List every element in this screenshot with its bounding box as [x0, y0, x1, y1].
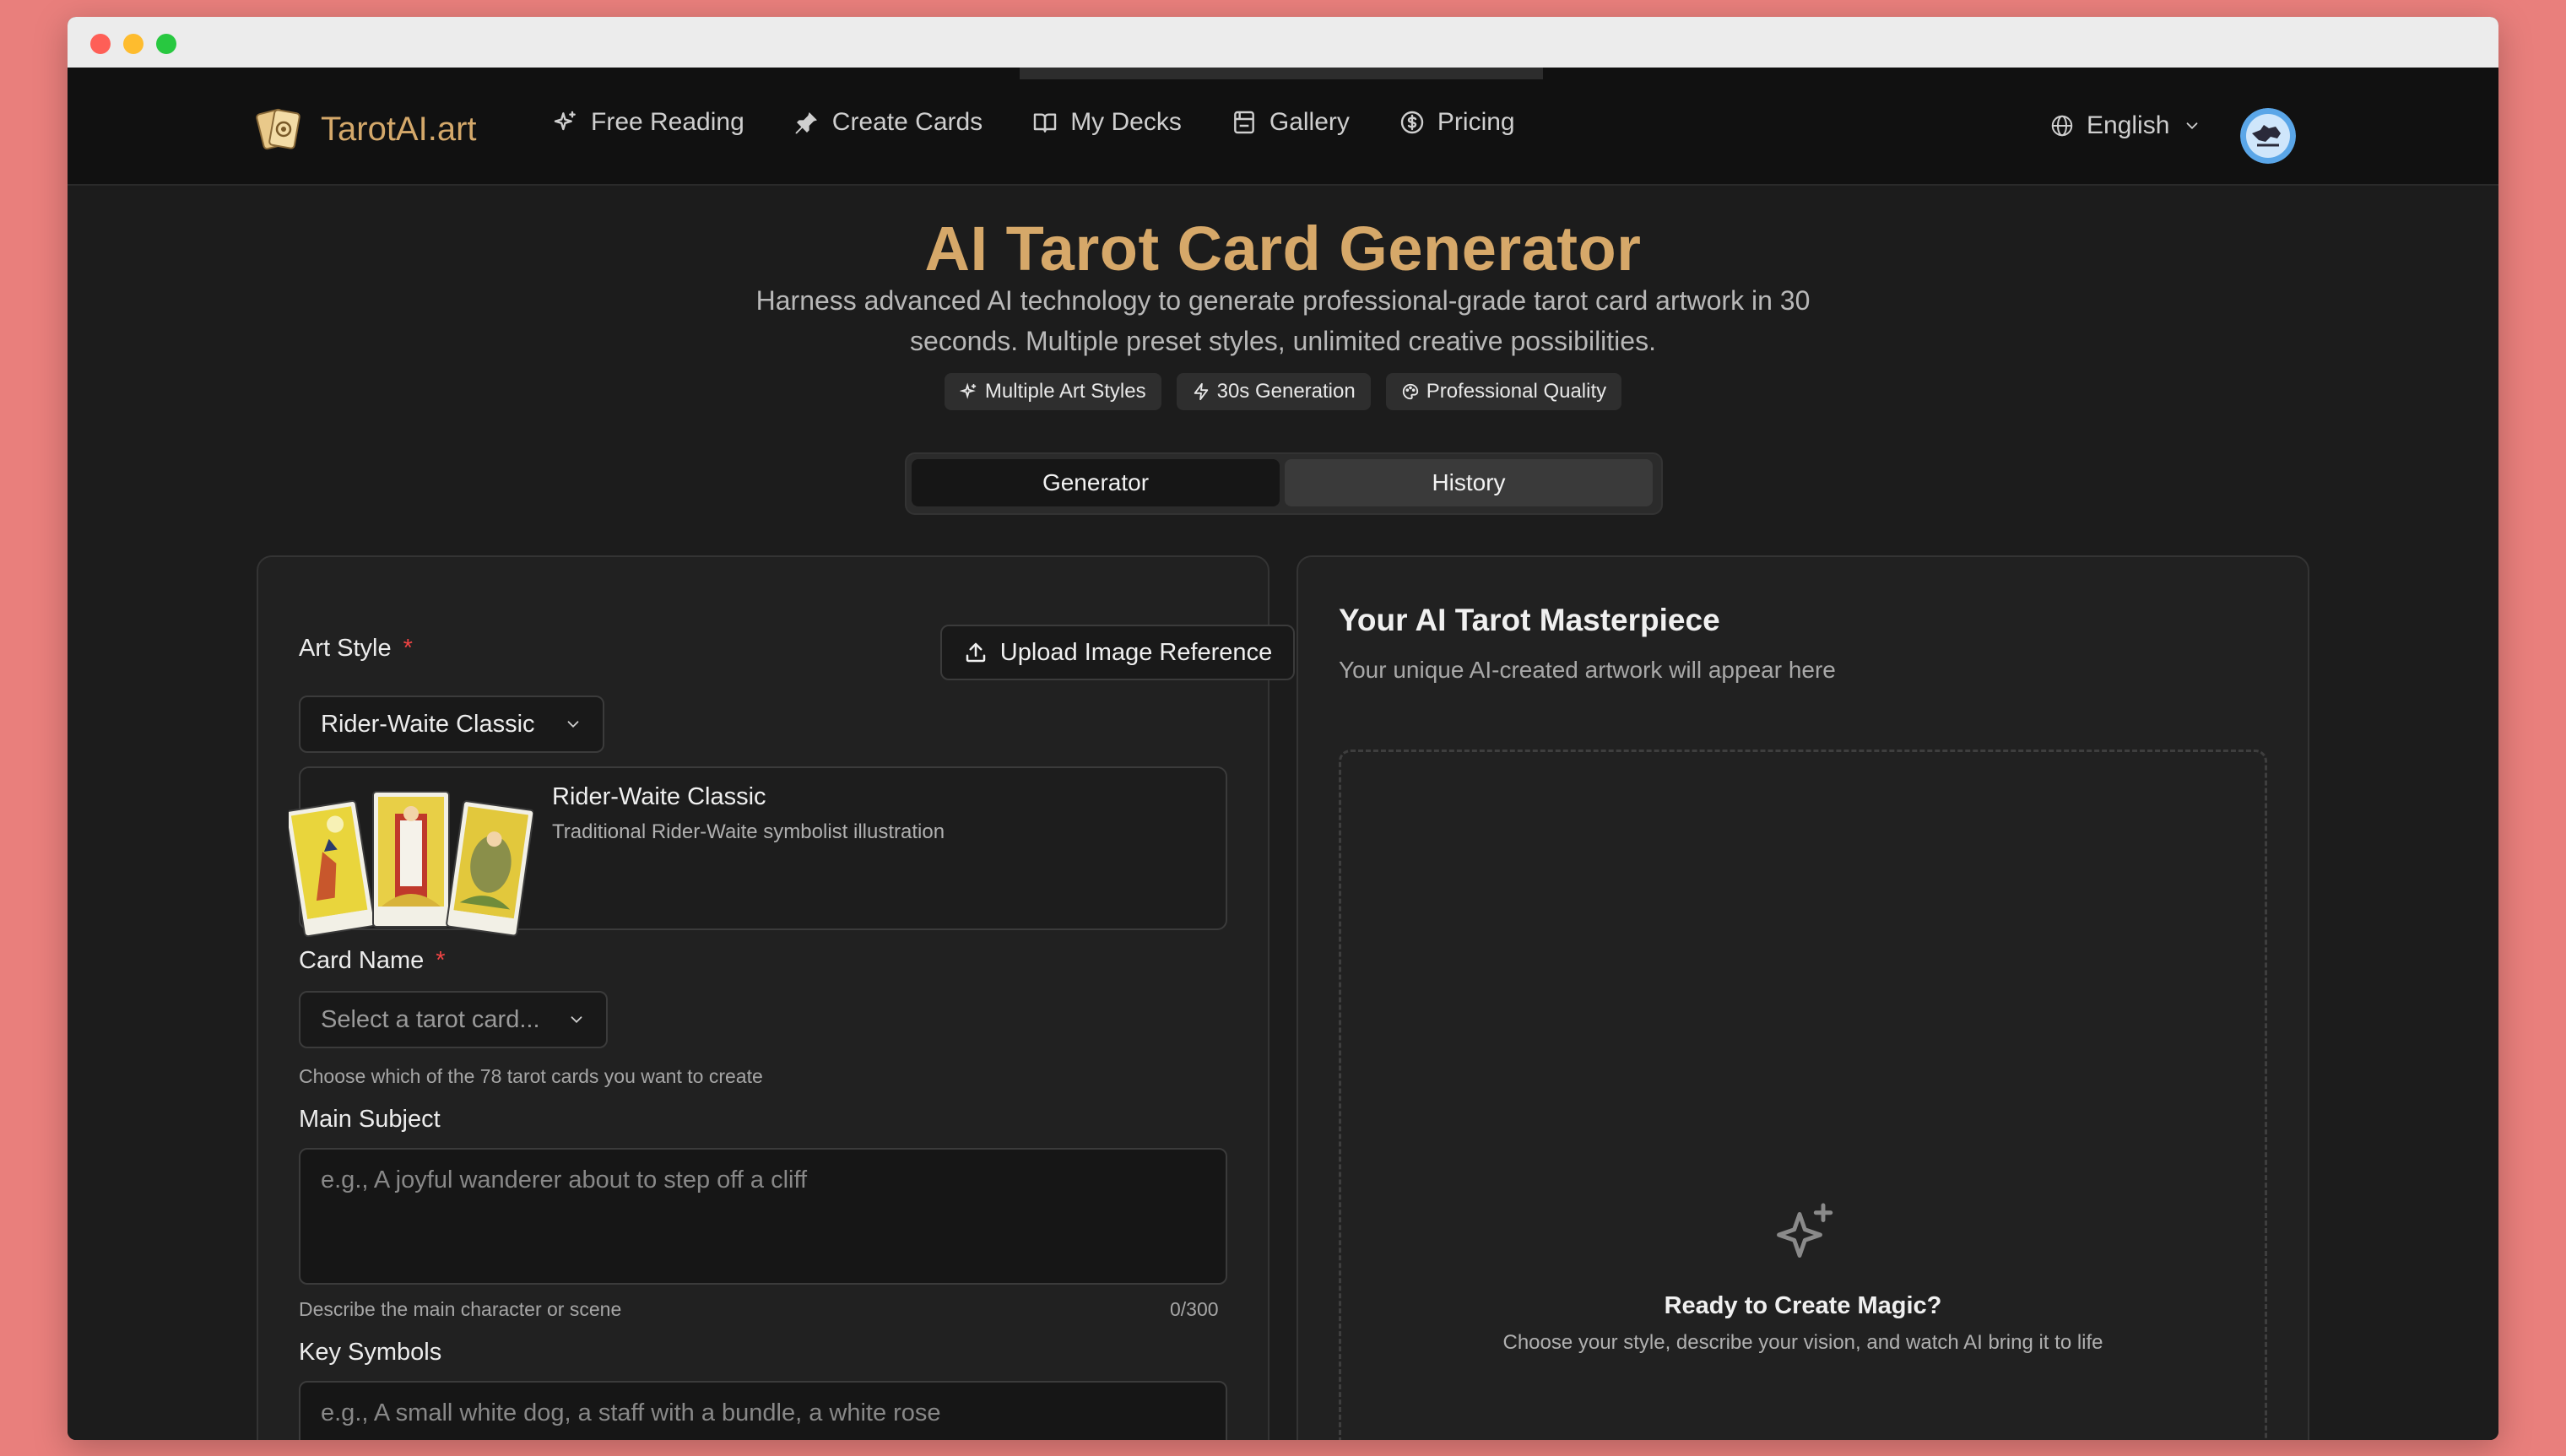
main-subject-helper: Describe the main character or scene [299, 1298, 622, 1320]
page-subtitle: Harness advanced AI technology to genera… [755, 285, 1811, 356]
top-navbar: TarotAI.art Free Reading Create Cards My… [68, 68, 2498, 186]
book-icon [1033, 113, 1057, 133]
chip-generation-time: 30s Generation [1176, 373, 1371, 410]
chip-label: 30s Generation [1216, 380, 1356, 403]
sparkle-icon [959, 382, 977, 399]
tab-generator[interactable]: Generator [912, 459, 1280, 506]
chip-quality: Professional Quality [1385, 373, 1622, 410]
card-name-select[interactable]: Select a tarot card... [299, 991, 608, 1048]
nav-label: Gallery [1269, 108, 1350, 136]
required-mark: * [403, 635, 413, 662]
empty-state-title: Ready to Create Magic? [1664, 1292, 1942, 1319]
chevron-down-icon [567, 721, 579, 728]
upload-image-reference-button[interactable]: Upload Image Reference [940, 625, 1295, 680]
feature-chips: Multiple Art Styles 30s Generation Profe… [68, 373, 2498, 410]
selected-style-card[interactable]: Rider-Waite Classic Traditional Rider-Wa… [289, 766, 1227, 938]
dollar-circle-icon [1400, 111, 1424, 134]
chip-label: Multiple Art Styles [984, 380, 1146, 403]
minimize-window-button[interactable] [123, 34, 143, 54]
chip-art-styles: Multiple Art Styles [944, 373, 1161, 410]
nav-create-cards[interactable]: Create Cards [793, 108, 983, 137]
chip-label: Professional Quality [1426, 380, 1607, 403]
result-title: Your AI Tarot Masterpiece [1339, 603, 1720, 637]
brand-name: TarotAI.art [321, 110, 477, 148]
lightning-icon [1194, 382, 1208, 401]
upload-icon [966, 642, 986, 663]
browser-window: TarotAI.art Free Reading Create Cards My… [68, 17, 2498, 1440]
nav-label: My Decks [1070, 108, 1182, 136]
page-title: AI Tarot Card Generator [924, 214, 1642, 284]
tarot-logo-icon [256, 108, 300, 150]
maximize-window-button[interactable] [156, 34, 176, 54]
pin-icon [795, 112, 817, 134]
result-panel: Your AI Tarot Masterpiece Your unique AI… [1297, 555, 2309, 1440]
card-name-label-text: Card Name [299, 947, 425, 974]
brand-logo[interactable]: TarotAI.art [255, 105, 477, 154]
card-name-label: Card Name * [299, 947, 446, 975]
art-style-label-text: Art Style [299, 635, 392, 662]
user-avatar[interactable] [2240, 108, 2296, 164]
art-style-select[interactable]: Rider-Waite Classic [299, 696, 604, 753]
nav-pricing[interactable]: Pricing [1399, 108, 1515, 137]
upload-button-label: Upload Image Reference [999, 638, 1273, 666]
nav-label: Create Cards [831, 108, 983, 136]
window-titlebar [68, 17, 2498, 68]
main-content: AI Tarot Card Generator Harness advanced… [68, 186, 2498, 1440]
style-card-name: Rider-Waite Classic [552, 783, 766, 810]
style-preview-cards-image [289, 791, 533, 938]
avatar-image [2240, 108, 2296, 164]
required-mark: * [436, 947, 446, 974]
main-subject-label: Main Subject [299, 1106, 441, 1133]
main-nav: Free Reading Create Cards My Decks Galle… [552, 108, 1564, 137]
key-symbols-label: Key Symbols [299, 1339, 442, 1366]
nav-gallery[interactable]: Gallery [1231, 108, 1350, 137]
language-selector[interactable]: English [2031, 100, 2220, 152]
sparkles-icon [554, 111, 576, 131]
chevron-down-icon [571, 1016, 582, 1024]
nav-my-decks[interactable]: My Decks [1031, 108, 1182, 137]
close-window-button[interactable] [90, 34, 111, 54]
nav-label: Free Reading [591, 108, 744, 136]
main-subject-textarea[interactable]: e.g., A joyful wanderer about to step of… [299, 1148, 1227, 1285]
empty-state-subtitle: Choose your style, describe your vision,… [1502, 1331, 2103, 1354]
generator-form-panel: Art Style * Upload Image Reference Rider-… [257, 555, 1295, 1440]
main-subject-char-count: 0/300 [1170, 1298, 1219, 1320]
tab-history[interactable]: History [1285, 459, 1653, 506]
card-name-placeholder: Select a tarot card... [321, 1005, 540, 1033]
language-label: English [2087, 111, 2170, 139]
nav-label: Pricing [1437, 108, 1515, 136]
key-symbols-placeholder: e.g., A small white dog, a staff with a … [321, 1399, 941, 1426]
gallery-icon [1234, 111, 1254, 134]
result-placeholder-area: Ready to Create Magic? Choose your style… [1339, 750, 2267, 1440]
result-subtitle: Your unique AI-created artwork will appe… [1339, 657, 1836, 683]
mode-tabs: Generator History [905, 452, 1663, 515]
sparkles-icon [1777, 1203, 1833, 1258]
nav-active-indicator [1020, 68, 1543, 79]
art-style-value: Rider-Waite Classic [321, 710, 535, 738]
key-symbols-textarea[interactable]: e.g., A small white dog, a staff with a … [299, 1381, 1227, 1440]
main-subject-placeholder: e.g., A joyful wanderer about to step of… [321, 1166, 808, 1193]
style-card-description: Traditional Rider-Waite symbolist illust… [552, 820, 945, 843]
chevron-down-icon [2186, 122, 2198, 130]
globe-icon [2051, 115, 2073, 137]
nav-free-reading[interactable]: Free Reading [552, 108, 744, 137]
art-style-label: Art Style * [299, 635, 413, 663]
card-name-helper: Choose which of the 78 tarot cards you w… [299, 1065, 763, 1087]
palette-icon [1402, 383, 1418, 400]
